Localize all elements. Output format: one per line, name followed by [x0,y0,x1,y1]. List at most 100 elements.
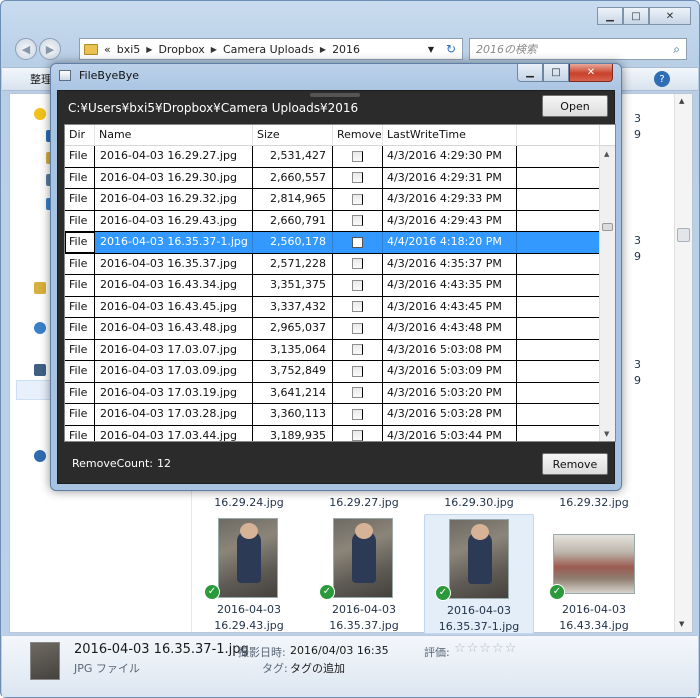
explorer-maximize-button[interactable]: □ [623,7,649,25]
cell-dir[interactable]: File [65,318,95,339]
cell-size[interactable]: 2,571,228 [253,253,333,274]
column-header-name[interactable]: Name [95,125,253,146]
explorer-close-button[interactable]: ✕ [649,7,691,25]
scroll-up-icon[interactable]: ▲ [604,150,609,158]
breadcrumb-item[interactable]: Camera Uploads [223,43,314,56]
cell-dir[interactable]: File [65,167,95,188]
remove-checkbox[interactable] [352,172,363,184]
cell-name[interactable]: 2016-04-03 17.03.19.jpg [95,382,253,403]
remove-checkbox[interactable] [352,258,363,270]
cell-name[interactable]: 2016-04-03 17.03.28.jpg [95,404,253,425]
cell-dir[interactable]: File [65,296,95,317]
cell-dir[interactable]: File [65,404,95,425]
homegroup-icon[interactable] [34,322,46,334]
cell-size[interactable]: 3,135,064 [253,339,333,360]
cell-size[interactable]: 2,560,178 [253,232,333,253]
table-row[interactable]: File 2016-04-03 16.29.43.jpg 2,660,791 4/3/… [65,210,601,232]
thumbnail-caption[interactable]: 16.29.32.jpg [539,496,649,509]
table-row[interactable]: File 2016-04-03 17.03.44.jpg 3,189,935 4/3/… [65,425,601,441]
scroll-thumb[interactable] [602,223,613,231]
breadcrumb-item[interactable]: bxi5 [117,43,141,56]
cell-lastwritetime[interactable]: 4/3/2016 4:29:30 PM [383,146,517,167]
cell-name[interactable]: 2016-04-03 16.35.37.jpg [95,253,253,274]
libraries-icon[interactable] [34,282,46,294]
cell-lastwritetime[interactable]: 4/3/2016 5:03:44 PM [383,425,517,441]
table-row[interactable]: File 2016-04-03 16.29.30.jpg 2,660,557 4/3/… [65,167,601,189]
remove-checkbox[interactable] [352,279,363,291]
cell-name[interactable]: 2016-04-03 16.43.45.jpg [95,296,253,317]
cell-dir[interactable]: File [65,361,95,382]
cell-name[interactable]: 2016-04-03 16.43.48.jpg [95,318,253,339]
thumbnail-caption[interactable]: 16.29.24.jpg [194,496,304,509]
cell-lastwritetime[interactable]: 4/3/2016 4:43:45 PM [383,296,517,317]
cell-name[interactable]: 2016-04-03 16.29.32.jpg [95,189,253,210]
search-input[interactable]: 2016の検索 ⌕ [469,38,687,60]
cell-dir[interactable]: File [65,146,95,167]
address-dropdown-icon[interactable]: ▼ [428,45,434,54]
cell-dir[interactable]: File [65,253,95,274]
remove-checkbox[interactable] [352,387,363,399]
cell-name[interactable]: 2016-04-03 17.03.09.jpg [95,361,253,382]
thumbnail-item[interactable]: ✓ 2016-04-03 16.43.34.jpg [539,514,649,634]
minimize-button[interactable]: ▁ [517,64,543,82]
cell-name[interactable]: 2016-04-03 16.35.37-1.jpg [95,232,253,253]
cell-dir[interactable]: File [65,189,95,210]
address-overflow[interactable]: « [104,43,111,56]
forward-button[interactable]: ▶ [39,38,61,60]
help-icon[interactable]: ? [654,71,670,87]
cell-size[interactable]: 3,189,935 [253,425,333,441]
cell-dir[interactable]: File [65,425,95,441]
rating-stars[interactable]: ☆☆☆☆☆ [454,641,517,656]
thumbnail-item[interactable]: ✓ 2016-04-03 16.35.37.jpg [309,514,419,634]
refresh-icon[interactable]: ↻ [446,42,456,56]
remove-checkbox[interactable]: ✔ [352,236,363,248]
network-icon[interactable] [34,450,46,462]
explorer-minimize-button[interactable]: ▁ [597,7,623,25]
column-header-size[interactable]: Size [253,125,333,146]
cell-size[interactable]: 3,641,214 [253,382,333,403]
column-header-lastwritetime[interactable]: LastWriteTime [383,125,517,146]
cell-lastwritetime[interactable]: 4/4/2016 4:18:20 PM [383,232,517,253]
cell-dir[interactable]: File [65,210,95,231]
breadcrumb-item[interactable]: Dropbox [158,43,204,56]
shot-date-value[interactable]: 2016/04/03 16:35 [290,644,389,657]
remove-button[interactable]: Remove [542,453,608,475]
table-row[interactable]: File 2016-04-03 16.29.27.jpg 2,531,427 4/3/… [65,146,601,168]
breadcrumb-separator[interactable]: ▶ [211,45,217,54]
cell-size[interactable]: 2,965,037 [253,318,333,339]
cell-name[interactable]: 2016-04-03 16.29.27.jpg [95,146,253,167]
breadcrumb-separator[interactable]: ▶ [320,45,326,54]
remove-checkbox[interactable] [352,430,363,441]
remove-checkbox[interactable] [352,215,363,227]
remove-checkbox[interactable] [352,322,363,334]
cell-lastwritetime[interactable]: 4/3/2016 4:35:37 PM [383,253,517,274]
thumbnail-caption[interactable]: 16.29.27.jpg [309,496,419,509]
cell-lastwritetime[interactable]: 4/3/2016 5:03:09 PM [383,361,517,382]
remove-checkbox[interactable] [352,150,363,162]
cell-name[interactable]: 2016-04-03 16.29.30.jpg [95,167,253,188]
cell-size[interactable]: 2,531,427 [253,146,333,167]
table-row[interactable]: File 2016-04-03 16.43.45.jpg 3,337,432 4/3/… [65,296,601,318]
cell-name[interactable]: 2016-04-03 17.03.07.jpg [95,339,253,360]
grid-scrollbar[interactable]: ▲ ▼ [599,125,615,441]
remove-checkbox[interactable] [352,344,363,356]
breadcrumb-separator[interactable]: ▶ [146,45,152,54]
column-header-dir[interactable]: Dir [65,125,95,146]
favorites-star-icon[interactable] [34,108,46,120]
cell-lastwritetime[interactable]: 4/3/2016 4:29:43 PM [383,210,517,231]
cell-size[interactable]: 3,360,113 [253,404,333,425]
cell-name[interactable]: 2016-04-03 16.29.43.jpg [95,210,253,231]
cell-size[interactable]: 3,351,375 [253,275,333,296]
breadcrumb-item[interactable]: 2016 [332,43,360,56]
cell-lastwritetime[interactable]: 4/3/2016 4:43:35 PM [383,275,517,296]
scroll-down-icon[interactable]: ▼ [679,620,684,628]
drag-grip[interactable] [310,93,360,97]
thumbnail-item[interactable]: ✓ 2016-04-03 16.29.43.jpg [194,514,304,634]
remove-checkbox[interactable] [352,301,363,313]
thumbnail-caption[interactable]: 16.29.30.jpg [424,496,534,509]
cell-dir[interactable]: File [65,232,95,253]
remove-checkbox[interactable] [352,365,363,377]
table-row-selected[interactable]: File 2016-04-03 16.35.37-1.jpg 2,560,178 ✔ 4… [65,232,601,254]
table-row[interactable]: File 2016-04-03 17.03.09.jpg 3,752,849 4/3/… [65,361,601,383]
cell-lastwritetime[interactable]: 4/3/2016 5:03:28 PM [383,404,517,425]
